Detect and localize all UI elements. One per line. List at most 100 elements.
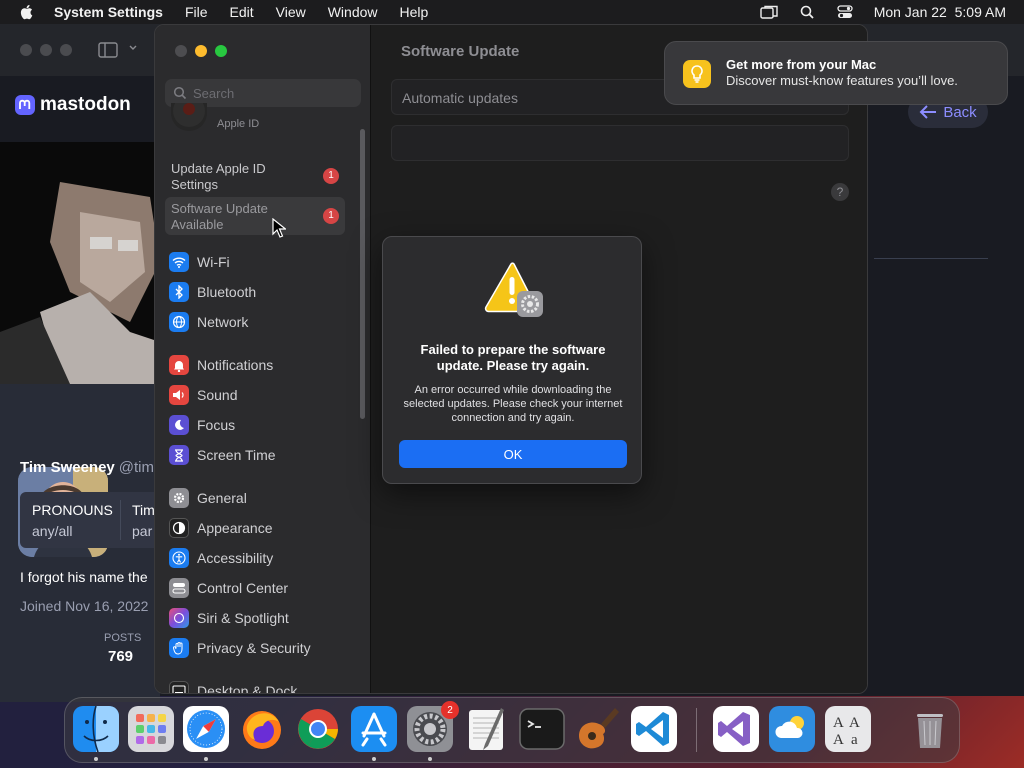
field-pronouns-label: PRONOUNS	[32, 502, 113, 518]
profile-header-image	[0, 142, 160, 384]
help-menu[interactable]: Help	[400, 4, 429, 20]
vscode-app[interactable]	[631, 706, 677, 752]
warning-icon	[484, 262, 543, 317]
sidebar-item-notifications[interactable]: Notifications	[169, 353, 273, 377]
launchpad-app[interactable]	[128, 706, 174, 752]
software-update-error-alert: Failed to prepare the software update. P…	[382, 236, 642, 484]
update-apple-id-settings-item[interactable]: Update Apple ID Settings 1	[165, 157, 345, 195]
sidebar-item-control-center[interactable]: Control Center	[169, 576, 288, 600]
window-close-button[interactable]	[20, 44, 32, 56]
window-close-button[interactable]	[175, 45, 187, 57]
edit-menu[interactable]: Edit	[230, 4, 254, 20]
apple-id-avatar	[171, 103, 207, 131]
chrome-app[interactable]	[295, 706, 341, 752]
window-zoom-button[interactable]	[60, 44, 72, 56]
sidebar-item-label: Privacy & Security	[197, 640, 311, 656]
menu-bar: System Settings File Edit View Window He…	[0, 0, 1024, 24]
sidebar-item-desktop-dock[interactable]: Desktop & Dock	[169, 679, 298, 694]
ok-button[interactable]: OK	[399, 440, 627, 468]
page-title: Software Update	[401, 43, 520, 60]
mastodon-logo[interactable]: mastodon	[14, 94, 131, 116]
sidebar-item-label: Notifications	[197, 357, 274, 373]
help-button[interactable]: ?	[831, 183, 849, 201]
software-update-available-item[interactable]: Software Update Available 1	[165, 197, 345, 235]
garageband-app[interactable]	[575, 706, 621, 752]
mastodon-logo-text: mastodon	[40, 94, 131, 115]
spotlight-search-icon[interactable]	[798, 3, 816, 21]
sidebar-item-network[interactable]: Network	[169, 310, 248, 334]
sidebar-item-bluetooth[interactable]: Bluetooth	[169, 280, 256, 304]
finder-app[interactable]	[73, 705, 119, 753]
svg-text:A: A	[849, 715, 860, 731]
weather-app[interactable]	[769, 706, 815, 752]
control-center-icon	[169, 578, 189, 598]
posts-count-label[interactable]: POSTS	[104, 632, 141, 644]
visual-studio-app[interactable]	[713, 706, 759, 752]
automatic-updates-label: Automatic updates	[402, 90, 518, 106]
sidebar-item-label: Sound	[197, 387, 238, 403]
firefox-app[interactable]	[239, 706, 285, 752]
sidebar-item-wifi[interactable]: Wi-Fi	[169, 250, 230, 274]
file-menu[interactable]: File	[185, 4, 208, 20]
mastodon-logo-icon	[15, 95, 35, 115]
sidebar-toggle-icon[interactable]	[98, 42, 118, 58]
chevron-down-icon[interactable]	[128, 43, 138, 53]
menubar-clock[interactable]: Mon Jan 22 5:09 AM	[874, 4, 1006, 20]
window-minimize-button[interactable]	[40, 44, 52, 56]
profile-handle: @tim	[118, 459, 155, 476]
sidebar-item-label: Accessibility	[197, 550, 274, 566]
dock-separator	[696, 708, 697, 752]
font-book-app[interactable]: AAAa	[825, 706, 871, 752]
sidebar-item-accessibility[interactable]: Accessibility	[169, 546, 273, 570]
posts-count-value[interactable]: 769	[108, 648, 133, 665]
accessibility-icon	[169, 548, 189, 568]
hourglass-icon	[169, 445, 189, 465]
trash-app[interactable]	[907, 706, 953, 752]
appearance-icon	[169, 518, 189, 538]
apple-id-item[interactable]: Apple ID	[171, 103, 361, 135]
apple-menu-icon[interactable]	[16, 2, 36, 22]
mouse-cursor-icon	[272, 218, 286, 238]
sidebar-item-label: Appearance	[197, 520, 273, 536]
view-menu[interactable]: View	[276, 4, 306, 20]
window-zoom-button[interactable]	[215, 45, 227, 57]
tips-notification[interactable]: Get more from your Mac Discover must-kno…	[664, 41, 1008, 105]
profile-fields: PRONOUNS any/all Tim par	[20, 492, 160, 548]
sidebar-scrollbar[interactable]	[360, 129, 365, 419]
sidebar-item-privacy-security[interactable]: Privacy & Security	[169, 636, 311, 660]
search-input[interactable]	[193, 85, 353, 101]
terminal-app[interactable]	[519, 706, 565, 752]
screen-mirroring-icon[interactable]	[759, 3, 778, 21]
sidebar-item-focus[interactable]: Focus	[169, 413, 235, 437]
window-menu[interactable]: Window	[328, 4, 378, 20]
hand-icon	[169, 638, 189, 658]
safari-app[interactable]	[183, 706, 229, 752]
app-store-app[interactable]	[351, 706, 397, 752]
sidebar-item-label: Desktop & Dock	[197, 683, 298, 694]
window-minimize-button[interactable]	[195, 45, 207, 57]
notification-badge: 2	[441, 701, 459, 719]
sidebar-item-general[interactable]: General	[169, 486, 247, 510]
control-center-icon[interactable]	[836, 3, 854, 21]
sidebar-item-appearance[interactable]: Appearance	[169, 516, 273, 540]
field-2-value: par	[132, 523, 153, 539]
sidebar-item-screen-time[interactable]: Screen Time	[169, 443, 276, 467]
sidebar-item-label: Screen Time	[197, 447, 276, 463]
app-menu[interactable]: System Settings	[54, 4, 163, 20]
sidebar-item-siri-spotlight[interactable]: Siri & Spotlight	[169, 606, 289, 630]
globe-icon	[169, 312, 189, 332]
sidebar-item-label: General	[197, 490, 247, 506]
profile-bio: I forgot his name the	[20, 569, 148, 585]
settings-sidebar: Apple ID Update Apple ID Settings 1 Soft…	[155, 25, 370, 694]
siri-icon	[169, 608, 189, 628]
notice-badge: 1	[323, 168, 339, 184]
running-indicator	[372, 757, 376, 761]
notice-label: Update Apple ID Settings	[171, 161, 266, 192]
alert-title: Failed to prepare the software update. P…	[420, 342, 606, 373]
profile-card	[0, 142, 160, 702]
update-status-panel	[391, 125, 849, 161]
sidebar-item-sound[interactable]: Sound	[169, 383, 237, 407]
alert-message: An error occurred while downloading the …	[403, 384, 623, 424]
textedit-app[interactable]	[463, 706, 509, 752]
column-divider	[874, 258, 988, 259]
